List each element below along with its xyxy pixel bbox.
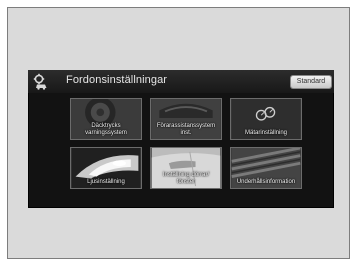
tile-maintenance[interactable]: Underhållsinformation [230,147,302,189]
tile-lights[interactable]: Ljusinställning [70,147,142,189]
tile-meter[interactable]: Mätarinställning [230,98,302,140]
tile-label: Ljusinställning [87,179,125,185]
vehicle-settings-screen: Fordonsinställningar Standard Däcktrycks… [28,70,334,208]
tile-label: Mätarinställning [244,130,288,136]
tile-tire-pressure[interactable]: Däcktrycks varningssystem [70,98,142,140]
tile-label: Underhållsinformation [236,179,296,185]
tile-doors-windows[interactable]: Inställning dörrar/ fönster [150,147,222,189]
page-title: Fordonsinställningar [66,74,168,86]
tile-label: Inställning dörrar/ fönster [162,172,210,185]
tile-label: Förarassistanssystem inst. [156,123,216,136]
standard-button[interactable]: Standard [291,76,331,88]
gear-car-icon [32,73,50,90]
title-bar: Fordonsinställningar Standard [28,70,334,93]
tile-label: Däcktrycks varningssystem [85,123,127,136]
tile-driver-assist[interactable]: Förarassistanssystem inst. [150,98,222,140]
